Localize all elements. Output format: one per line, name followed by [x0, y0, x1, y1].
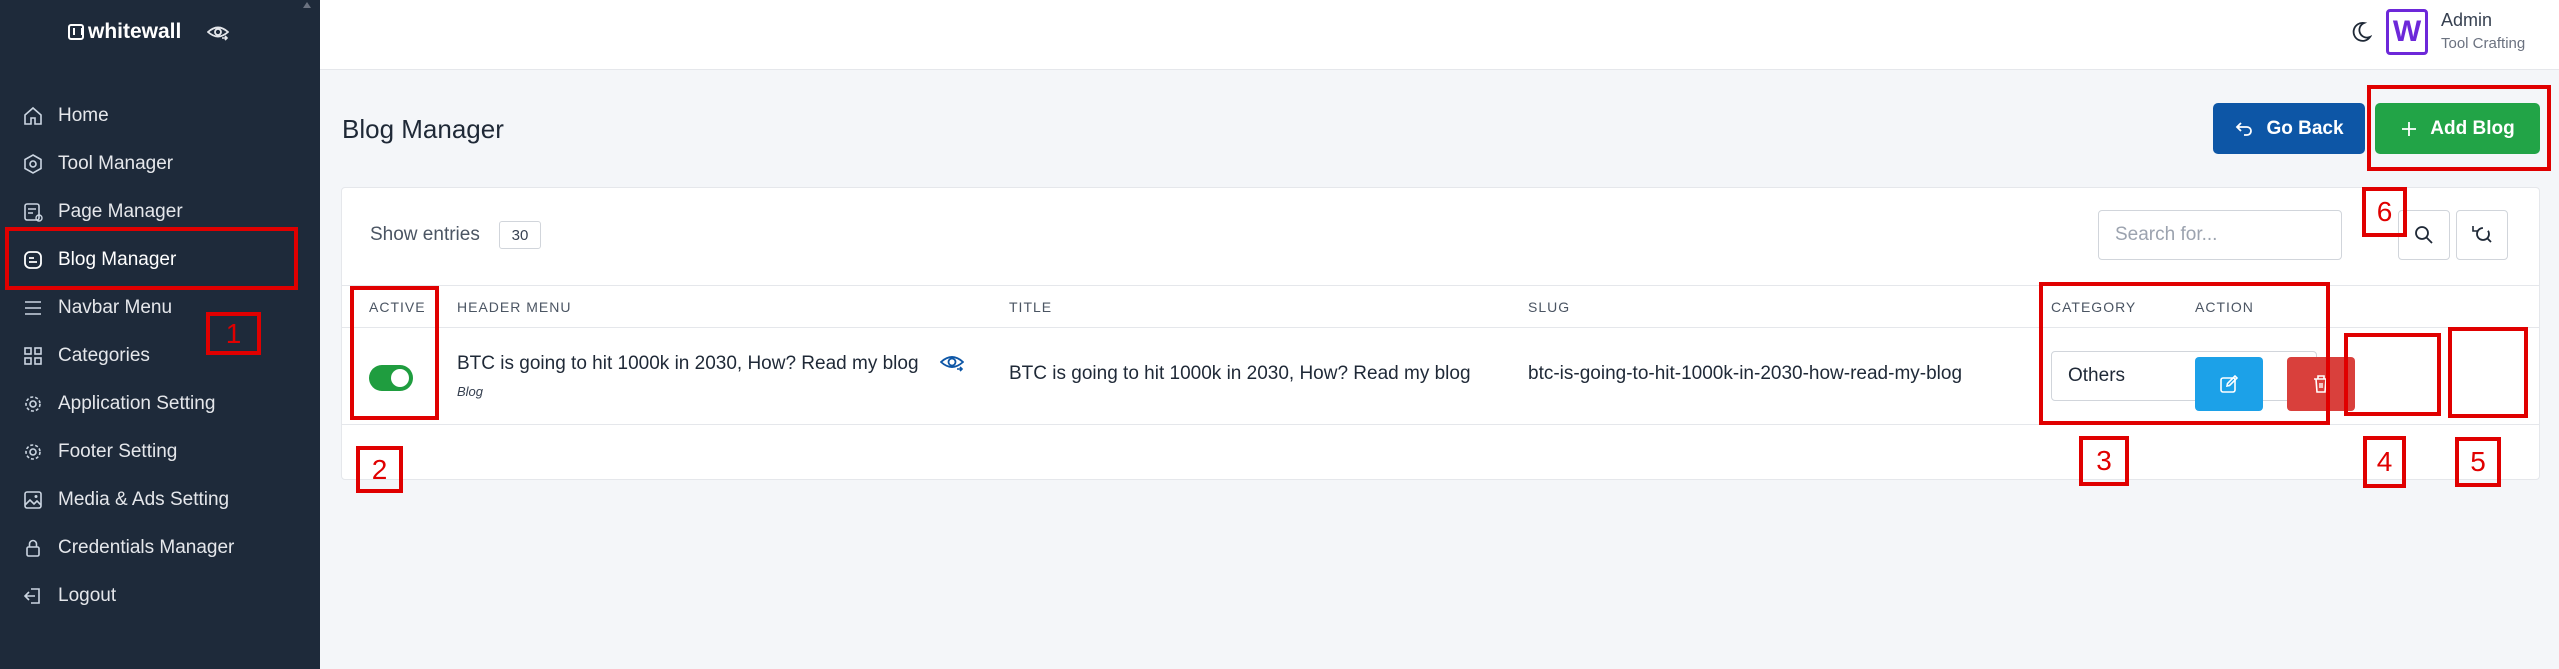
scroll-up-arrow-icon[interactable]	[303, 2, 311, 8]
annotation-label-4: 4	[2363, 436, 2406, 488]
gear-icon	[25, 396, 41, 412]
sidebar-item-categories[interactable]: Categories	[0, 332, 320, 380]
gear-icon	[25, 444, 41, 460]
sidebar-item-logout[interactable]: Logout	[0, 572, 320, 620]
top-bar	[320, 0, 2559, 70]
sidebar-item-media-ads-setting[interactable]: Media & Ads Setting	[0, 476, 320, 524]
eye-view-icon[interactable]	[940, 353, 964, 373]
annotation-box-4	[2344, 333, 2441, 416]
annotation-box-3	[2039, 282, 2330, 425]
show-entries-label: Show entries	[370, 224, 480, 245]
go-back-button[interactable]: Go Back	[2213, 103, 2365, 154]
lock-icon	[26, 539, 40, 557]
annotation-box-6	[2367, 85, 2551, 171]
search-input[interactable]	[2098, 210, 2342, 260]
sidebar-nav: Home Tool Manager Page Manager Blog Mana…	[0, 92, 320, 620]
brand-name: whitewall	[88, 20, 182, 43]
go-back-label: Go Back	[2266, 117, 2344, 139]
header-menu-subtitle: Blog	[457, 384, 484, 399]
sidebar-item-label: Logout	[58, 585, 117, 606]
sidebar-item-tool-manager[interactable]: Tool Manager	[0, 140, 320, 188]
sidebar-item-footer-setting[interactable]: Footer Setting	[0, 428, 320, 476]
avatar[interactable]: W	[2386, 9, 2428, 55]
home-icon	[24, 106, 42, 125]
user-role: Tool Crafting	[2441, 35, 2526, 52]
brand-mark-icon	[68, 24, 84, 40]
grid-icon	[24, 347, 42, 365]
column-header-header-menu[interactable]: HEADER MENU	[457, 299, 571, 315]
back-arrow-icon	[2236, 121, 2253, 136]
hexagon-gear-icon	[24, 154, 42, 174]
search-icon	[2415, 226, 2433, 244]
title-cell: BTC is going to hit 1000k in 2030, How? …	[1009, 363, 1471, 384]
annotation-box-5	[2448, 327, 2528, 418]
sidebar-item-label: Home	[58, 105, 109, 126]
reset-search-icon	[2472, 226, 2492, 243]
annotation-label-6: 6	[2362, 187, 2407, 237]
page-icon	[24, 203, 43, 222]
sidebar: whitewall Home Tool Manager Page Manager…	[0, 0, 320, 669]
brand-logo[interactable]: whitewall	[68, 20, 181, 44]
annotation-label-3: 3	[2079, 436, 2129, 486]
sidebar-item-label: Footer Setting	[58, 441, 178, 462]
sidebar-item-navbar-menu[interactable]: Navbar Menu	[0, 284, 320, 332]
sidebar-item-credentials-manager[interactable]: Credentials Manager	[0, 524, 320, 572]
logout-icon	[23, 588, 40, 604]
column-header-slug[interactable]: SLUG	[1528, 299, 1570, 315]
annotation-label-2: 2	[356, 446, 403, 493]
annotation-label-5: 5	[2455, 437, 2501, 487]
eye-view-icon[interactable]	[207, 24, 229, 42]
column-header-title[interactable]: TITLE	[1009, 299, 1052, 315]
sidebar-item-label: Navbar Menu	[58, 297, 173, 318]
annotation-box-2	[350, 286, 439, 420]
sidebar-item-label: Tool Manager	[58, 153, 174, 174]
sidebar-item-label: Application Setting	[58, 393, 216, 414]
annotation-label-1: 1	[206, 312, 261, 355]
slug-cell: btc-is-going-to-hit-1000k-in-2030-how-re…	[1528, 363, 1963, 384]
sidebar-item-application-setting[interactable]: Application Setting	[0, 380, 320, 428]
page-title: Blog Manager	[342, 114, 504, 144]
sidebar-item-label: Categories	[58, 345, 150, 366]
menu-icon	[25, 301, 41, 315]
entries-select[interactable]: 30	[499, 221, 541, 249]
sidebar-item-label: Page Manager	[58, 201, 183, 222]
sidebar-item-label: Media & Ads Setting	[58, 489, 230, 510]
moon-icon[interactable]	[2350, 20, 2372, 44]
image-icon	[24, 491, 42, 509]
sidebar-item-label: Credentials Manager	[58, 537, 235, 558]
user-name: Admin	[2441, 10, 2493, 30]
header-menu-text: BTC is going to hit 1000k in 2030, How? …	[457, 353, 919, 374]
annotation-box-1	[5, 227, 298, 290]
sidebar-item-home[interactable]: Home	[0, 92, 320, 140]
reset-search-button[interactable]	[2456, 210, 2508, 260]
